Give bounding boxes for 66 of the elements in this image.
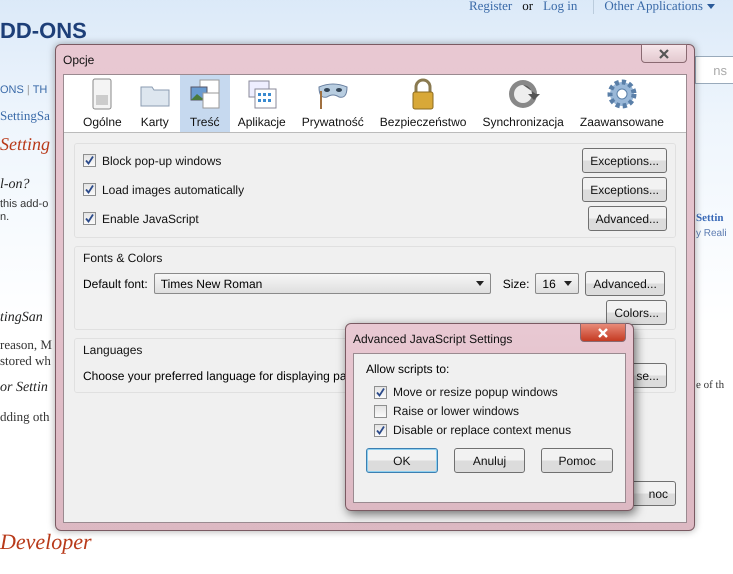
size-dropdown[interactable]: 16	[535, 273, 580, 294]
preference-tab[interactable]: Treść	[180, 75, 230, 132]
dropdown-arrow-icon	[476, 281, 484, 286]
section-heading: l-on?	[0, 177, 31, 194]
body-text: n.	[0, 211, 10, 224]
checkbox-label: Block pop-up windows	[102, 154, 222, 168]
addon-title[interactable]: Settin	[696, 212, 733, 224]
option-button[interactable]: Exceptions...	[582, 148, 667, 173]
page-heading: Setting	[0, 134, 51, 156]
checkbox[interactable]	[374, 386, 387, 398]
sync-icon	[506, 77, 540, 111]
window-title: Advanced JavaScript Settings	[353, 332, 512, 346]
checkbox[interactable]	[83, 212, 96, 225]
body-text: this add-o	[0, 198, 50, 212]
header-link[interactable]: Register	[468, 0, 512, 14]
font-dropdown[interactable]: Times New Roman	[154, 273, 491, 294]
checkbox-label: Load images automatically	[102, 182, 244, 196]
body-text: e of th	[696, 379, 726, 391]
preference-tab[interactable]: Bezpieczeństwo	[372, 75, 474, 132]
preference-tab[interactable]: Prywatność	[294, 75, 372, 132]
body-text: dding oth	[0, 409, 50, 425]
dialog-button[interactable]: OK	[366, 448, 438, 473]
checkbox[interactable]	[374, 404, 387, 418]
window-title: Opcje	[63, 52, 94, 66]
section-heading: tingSan	[0, 310, 44, 328]
group-title: Languages	[83, 343, 144, 357]
picture-icon	[188, 77, 222, 111]
prompt-text: Allow scripts to:	[366, 362, 450, 376]
option-button[interactable]: Exceptions...	[582, 177, 667, 202]
header-link[interactable]: Log in	[543, 0, 578, 14]
preference-tab[interactable]: Karty	[130, 75, 180, 132]
preference-tab[interactable]: Ogólne	[75, 75, 130, 132]
site-logo: DD-ONS	[0, 18, 88, 44]
dialog-button[interactable]: Anuluj	[454, 448, 526, 473]
option-button[interactable]: Advanced...	[588, 206, 667, 231]
close-icon	[658, 48, 670, 58]
field-label: Default font:	[83, 276, 148, 290]
checkbox[interactable]	[83, 183, 96, 196]
close-button[interactable]	[580, 323, 626, 342]
breadcrumb-link[interactable]: SettingSa	[0, 108, 55, 124]
close-icon	[597, 328, 609, 338]
checkbox-label: Raise or lower windows	[393, 404, 520, 418]
checkbox[interactable]	[374, 424, 387, 436]
advanced-button[interactable]: Advanced...	[585, 271, 665, 296]
field-label: Size:	[502, 276, 530, 290]
dialog-button[interactable]: Pomoc	[541, 448, 614, 473]
section-heading: or Settin	[0, 380, 49, 398]
header-text: or	[522, 0, 534, 14]
dropdown-arrow-icon	[564, 281, 572, 286]
preference-tab[interactable]: Synchronizacja	[474, 75, 572, 132]
header-menu[interactable]: Other Applications	[593, 0, 715, 14]
nav-item[interactable]: ONS	[0, 84, 24, 96]
group-title: Fonts & Colors	[83, 251, 164, 265]
checkbox-label: Enable JavaScript	[102, 212, 199, 226]
page-heading: Developer	[0, 528, 92, 556]
nav-item[interactable]: TH	[32, 84, 48, 96]
preference-tab[interactable]: Zaawansowane	[572, 75, 672, 132]
colors-button[interactable]: Colors...	[606, 300, 667, 325]
checkbox[interactable]	[83, 154, 96, 167]
caret-icon	[707, 4, 715, 8]
checkbox-label: Disable or replace context menus	[393, 423, 572, 437]
body-text: reason, M	[0, 337, 53, 353]
checkbox-label: Move or resize popup windows	[393, 385, 558, 399]
body-text: stored wh	[0, 352, 52, 368]
preference-tab[interactable]: Aplikacje	[230, 75, 294, 132]
body-text: y Reali	[696, 228, 728, 239]
